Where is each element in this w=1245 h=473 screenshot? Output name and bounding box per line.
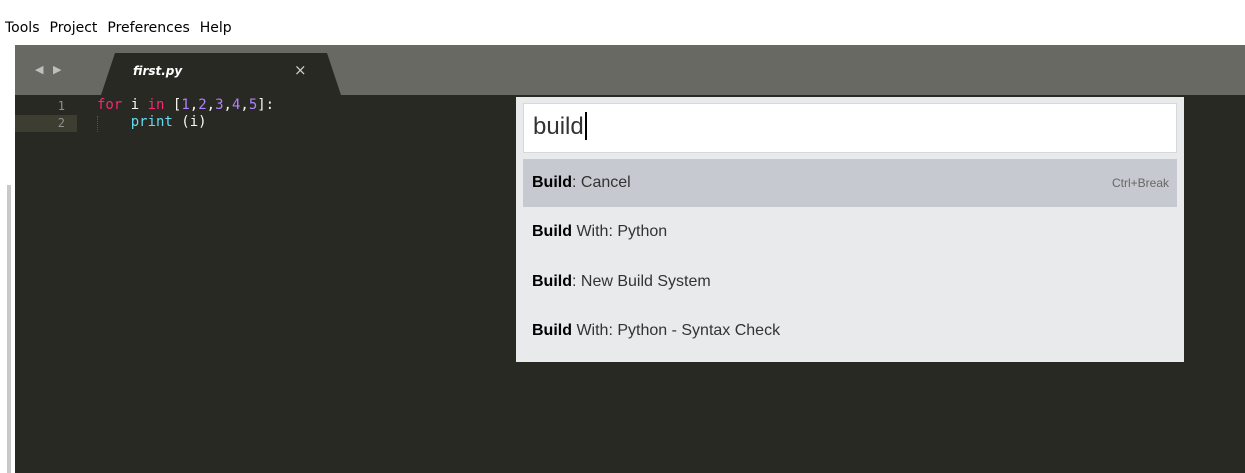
palette-query: build: [533, 113, 584, 140]
result-label: : Cancel: [572, 174, 631, 191]
code-token: ]:: [257, 97, 275, 113]
code-token: ,: [223, 97, 232, 113]
result-match: Build: [532, 273, 572, 290]
menu-preferences[interactable]: Preferences: [102, 12, 194, 37]
text-caret: [584, 112, 587, 140]
palette-result-build-with-python[interactable]: Build With: Python: [523, 208, 1177, 256]
code-line: print (i): [97, 114, 207, 130]
command-palette: build Build: Cancel Ctrl+Break Build Wit…: [516, 97, 1184, 362]
menu-help[interactable]: Help: [195, 12, 237, 37]
tab-title: first.py: [133, 64, 183, 78]
code-token: 2: [198, 97, 207, 113]
menu-tools[interactable]: Tools: [0, 12, 45, 37]
result-label: With: Python - Syntax Check: [572, 322, 781, 339]
line-number: 1: [57, 99, 65, 113]
result-label: : New Build System: [572, 273, 711, 290]
tab-first-py[interactable]: first.py ×: [101, 53, 341, 95]
code-token: [: [164, 97, 182, 113]
palette-result-new-build-system[interactable]: Build: New Build System: [523, 258, 1177, 306]
code-token: ,: [240, 97, 249, 113]
code-token: ,: [189, 97, 199, 113]
result-match: Build: [532, 174, 572, 191]
code-token: 5: [248, 97, 258, 113]
code-token: in: [147, 97, 165, 113]
palette-result-build-cancel[interactable]: Build: Cancel Ctrl+Break: [523, 159, 1177, 207]
code-token: 1: [181, 97, 190, 113]
code-token: 3: [215, 97, 224, 113]
code-token: ,: [206, 97, 216, 113]
tab-bar: ◀ ▶ first.py ×: [15, 45, 1245, 95]
code-token: (i): [172, 114, 207, 130]
result-label: With: Python: [572, 223, 668, 240]
left-strip: [0, 45, 7, 473]
code-token: i: [122, 97, 148, 113]
line-number: 2: [57, 116, 65, 130]
palette-result-syntax-check[interactable]: Build With: Python - Syntax Check: [523, 307, 1177, 355]
tab-nav-arrows-icon[interactable]: ◀ ▶: [35, 63, 64, 76]
code-token: for: [97, 97, 123, 113]
menu-bar: Tools Project Preferences Help: [0, 12, 1245, 45]
result-match: Build: [532, 223, 572, 240]
side-scrollbar[interactable]: [7, 185, 11, 473]
code-token: print: [130, 114, 173, 130]
menu-project[interactable]: Project: [45, 12, 103, 37]
close-icon[interactable]: ×: [294, 61, 307, 79]
result-shortcut: Ctrl+Break: [1111, 176, 1169, 190]
result-match: Build: [532, 322, 572, 339]
code-line: for i in [1,2,3,4,5]:: [97, 97, 274, 113]
palette-search-input[interactable]: build: [523, 103, 1177, 153]
